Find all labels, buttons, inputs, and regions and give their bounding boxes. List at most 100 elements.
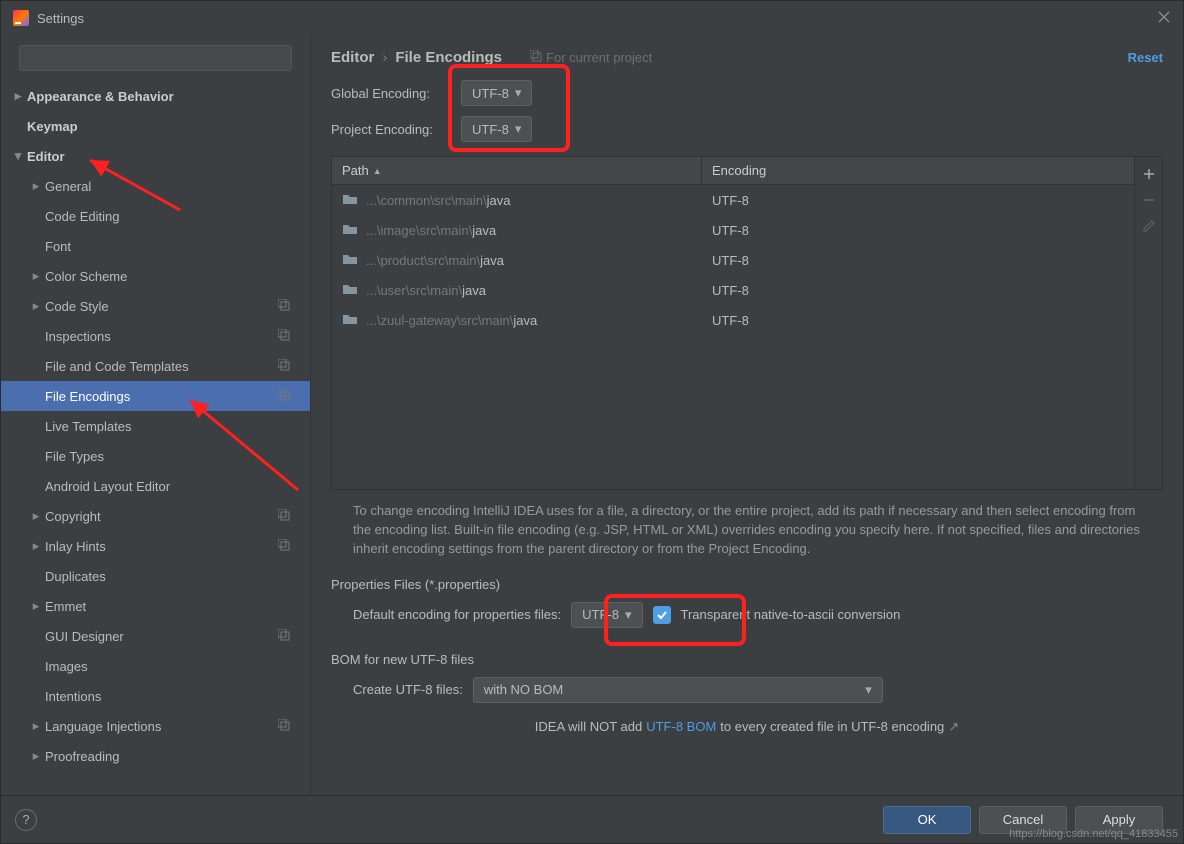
- tree-item-live-templates[interactable]: Live Templates: [1, 411, 310, 441]
- tree-item-inlay-hints[interactable]: ▸Inlay Hints: [1, 531, 310, 561]
- native2ascii-label: Transparent native-to-ascii conversion: [681, 607, 901, 622]
- project-encoding-dropdown[interactable]: UTF-8 ▾: [461, 116, 532, 142]
- bom-section-title: BOM for new UTF-8 files: [331, 652, 1163, 667]
- tree-item-label: File Encodings: [45, 389, 130, 404]
- close-button[interactable]: [1157, 10, 1171, 27]
- properties-section-title: Properties Files (*.properties): [331, 577, 1163, 592]
- add-row-button[interactable]: [1137, 161, 1161, 187]
- tree-item-font[interactable]: Font: [1, 231, 310, 261]
- chevron-right-icon: ▸: [29, 178, 43, 194]
- edit-row-button[interactable]: [1137, 213, 1161, 239]
- reset-link[interactable]: Reset: [1128, 50, 1163, 65]
- global-encoding-dropdown[interactable]: UTF-8 ▾: [461, 80, 532, 106]
- scope-icon: [278, 539, 290, 554]
- tree-item-label: GUI Designer: [45, 629, 124, 644]
- tree-item-file-and-code-templates[interactable]: File and Code Templates: [1, 351, 310, 381]
- create-utf8-label: Create UTF-8 files:: [353, 682, 463, 697]
- scope-icon: [278, 299, 290, 314]
- chevron-right-icon: ▸: [29, 598, 43, 614]
- window-title: Settings: [37, 11, 84, 26]
- table-row[interactable]: ...\common\src\main\javaUTF-8: [332, 185, 1134, 215]
- tree-item-emmet[interactable]: ▸Emmet: [1, 591, 310, 621]
- tree-item-images[interactable]: Images: [1, 651, 310, 681]
- tree-item-label: Android Layout Editor: [45, 479, 170, 494]
- chevron-down-icon: ▾: [625, 607, 632, 623]
- breadcrumb: Editor › File Encodings For current proj…: [331, 49, 652, 66]
- scope-icon: [278, 509, 290, 524]
- tree-item-gui-designer[interactable]: GUI Designer: [1, 621, 310, 651]
- chevron-right-icon: ▸: [29, 508, 43, 524]
- chevron-right-icon: ▸: [11, 88, 25, 104]
- scope-icon: [278, 329, 290, 344]
- chevron-down-icon: ▾: [865, 682, 872, 698]
- help-button[interactable]: ?: [15, 809, 37, 831]
- tree-item-label: Code Editing: [45, 209, 119, 224]
- tree-item-color-scheme[interactable]: ▸Color Scheme: [1, 261, 310, 291]
- tree-item-label: Color Scheme: [45, 269, 127, 284]
- settings-tree[interactable]: ▸Appearance & BehaviorKeymap▾Editor▸Gene…: [1, 79, 310, 795]
- folder-icon: [342, 192, 358, 209]
- tree-item-label: Copyright: [45, 509, 101, 524]
- tree-item-inspections[interactable]: Inspections: [1, 321, 310, 351]
- tree-item-language-injections[interactable]: ▸Language Injections: [1, 711, 310, 741]
- chevron-right-icon: ▸: [29, 298, 43, 314]
- tree-item-android-layout-editor[interactable]: Android Layout Editor: [1, 471, 310, 501]
- idea-logo-icon: [13, 10, 29, 26]
- chevron-right-icon: ▸: [29, 538, 43, 554]
- tree-item-general[interactable]: ▸General: [1, 171, 310, 201]
- bom-link[interactable]: UTF-8 BOM: [646, 719, 716, 734]
- bom-dropdown[interactable]: with NO BOM ▾: [473, 677, 883, 703]
- scope-icon: [278, 719, 290, 734]
- tree-item-label: Font: [45, 239, 71, 254]
- col-encoding[interactable]: Encoding: [702, 157, 1134, 184]
- search-input[interactable]: [19, 45, 292, 71]
- sort-asc-icon: ▲: [373, 166, 382, 176]
- tree-item-appearance-behavior[interactable]: ▸Appearance & Behavior: [1, 81, 310, 111]
- remove-row-button[interactable]: [1137, 187, 1161, 213]
- tree-item-label: General: [45, 179, 91, 194]
- native2ascii-checkbox[interactable]: [653, 606, 671, 624]
- ok-button[interactable]: OK: [883, 806, 971, 834]
- properties-encoding-dropdown[interactable]: UTF-8 ▾: [571, 602, 642, 628]
- table-row[interactable]: ...\zuul-gateway\src\main\javaUTF-8: [332, 305, 1134, 335]
- chevron-right-icon: ▸: [29, 268, 43, 284]
- scope-icon: [278, 389, 290, 404]
- tree-item-keymap[interactable]: Keymap: [1, 111, 310, 141]
- tree-item-label: Inspections: [45, 329, 111, 344]
- chevron-down-icon: ▾: [515, 121, 522, 137]
- tree-item-intentions[interactable]: Intentions: [1, 681, 310, 711]
- external-link-icon: ↗: [948, 719, 959, 735]
- table-row[interactable]: ...\product\src\main\javaUTF-8: [332, 245, 1134, 275]
- tree-item-proofreading[interactable]: ▸Proofreading: [1, 741, 310, 771]
- encoding-table[interactable]: ...\common\src\main\javaUTF-8...\image\s…: [332, 185, 1134, 489]
- bom-note: IDEA will NOT add UTF-8 BOM to every cre…: [331, 719, 1163, 735]
- tree-item-label: File and Code Templates: [45, 359, 189, 374]
- chevron-right-icon: ▸: [29, 748, 43, 764]
- table-row[interactable]: ...\image\src\main\javaUTF-8: [332, 215, 1134, 245]
- chevron-right-icon: ▸: [29, 718, 43, 734]
- info-text: To change encoding IntelliJ IDEA uses fo…: [331, 490, 1163, 569]
- tree-item-code-editing[interactable]: Code Editing: [1, 201, 310, 231]
- tree-item-file-types[interactable]: File Types: [1, 441, 310, 471]
- tree-item-file-encodings[interactable]: File Encodings: [1, 381, 310, 411]
- col-path[interactable]: Path ▲: [332, 157, 702, 184]
- tree-item-label: Intentions: [45, 689, 101, 704]
- folder-icon: [342, 312, 358, 329]
- watermark: https://blog.csdn.net/qq_41833455: [1009, 828, 1178, 840]
- tree-item-editor[interactable]: ▾Editor: [1, 141, 310, 171]
- tree-item-label: Editor: [27, 149, 65, 164]
- scope-icon: [278, 359, 290, 374]
- tree-item-duplicates[interactable]: Duplicates: [1, 561, 310, 591]
- folder-icon: [342, 222, 358, 239]
- tree-item-label: Keymap: [27, 119, 78, 134]
- table-row[interactable]: ...\user\src\main\javaUTF-8: [332, 275, 1134, 305]
- tree-item-label: Inlay Hints: [45, 539, 106, 554]
- chevron-down-icon: ▾: [11, 148, 25, 164]
- scope-icon: [530, 50, 542, 65]
- tree-item-label: Duplicates: [45, 569, 106, 584]
- tree-item-copyright[interactable]: ▸Copyright: [1, 501, 310, 531]
- global-encoding-label: Global Encoding:: [331, 86, 451, 101]
- tree-item-code-style[interactable]: ▸Code Style: [1, 291, 310, 321]
- tree-item-label: Code Style: [45, 299, 109, 314]
- default-props-encoding-label: Default encoding for properties files:: [353, 607, 561, 622]
